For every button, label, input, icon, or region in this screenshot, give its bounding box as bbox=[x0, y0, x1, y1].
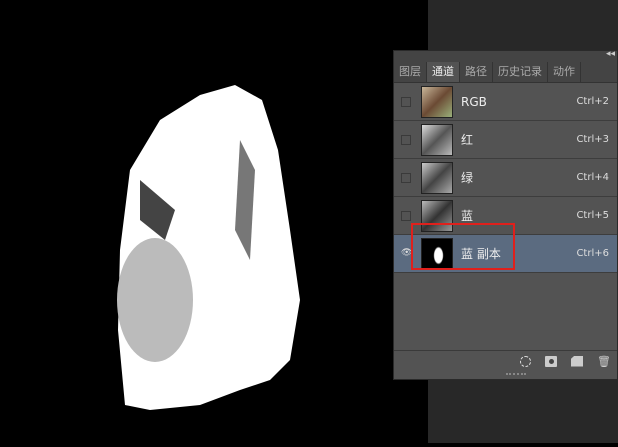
channel-thumbnail bbox=[421, 85, 453, 118]
tab-history[interactable]: 历史记录 bbox=[493, 62, 548, 82]
collapse-icon[interactable]: ◂◂ bbox=[606, 49, 615, 59]
channel-shortcut: Ctrl+4 bbox=[576, 172, 609, 183]
channel-shortcut: Ctrl+2 bbox=[576, 96, 609, 107]
trash-icon[interactable]: 🗑 bbox=[597, 356, 611, 367]
channel-name: 蓝 bbox=[461, 209, 474, 223]
channel-name: RGB bbox=[461, 94, 487, 109]
channel-shortcut: Ctrl+6 bbox=[576, 248, 609, 259]
eye-icon[interactable]: 👁 bbox=[401, 248, 412, 259]
visibility-toggle[interactable] bbox=[401, 96, 411, 107]
panel-tabs: 图层 通道 路径 历史记录 动作 bbox=[394, 62, 617, 83]
visibility-toggle[interactable] bbox=[401, 172, 411, 183]
tab-layers[interactable]: 图层 bbox=[394, 62, 427, 82]
channel-row-red[interactable]: 红 Ctrl+3 bbox=[394, 121, 617, 159]
tab-paths[interactable]: 路径 bbox=[460, 62, 493, 82]
panel-footer: 🗑 bbox=[394, 350, 617, 371]
highlight-box bbox=[411, 223, 515, 270]
channel-row-rgb[interactable]: RGB Ctrl+2 bbox=[394, 83, 617, 121]
channel-shortcut: Ctrl+5 bbox=[576, 210, 609, 221]
channel-thumbnail bbox=[421, 123, 453, 156]
tab-actions[interactable]: 动作 bbox=[548, 62, 581, 82]
resize-grip[interactable] bbox=[506, 373, 526, 378]
channel-name: 绿 bbox=[461, 171, 474, 185]
new-channel-icon[interactable] bbox=[571, 355, 583, 367]
channels-panel: ◂◂ 图层 通道 路径 历史记录 动作 RGB Ctrl+2 红 Ctrl+3 … bbox=[393, 49, 618, 380]
tab-channels[interactable]: 通道 bbox=[427, 62, 460, 82]
channel-name: 红 bbox=[461, 133, 474, 147]
document-canvas[interactable] bbox=[0, 0, 428, 443]
load-selection-icon[interactable] bbox=[520, 355, 531, 367]
channel-row-green[interactable]: 绿 Ctrl+4 bbox=[394, 159, 617, 197]
visibility-toggle[interactable] bbox=[401, 134, 411, 145]
channel-thumbnail bbox=[421, 161, 453, 194]
save-selection-icon[interactable] bbox=[545, 355, 557, 367]
channel-mask-image bbox=[117, 85, 300, 410]
channel-shortcut: Ctrl+3 bbox=[576, 134, 609, 145]
visibility-toggle[interactable] bbox=[401, 210, 411, 221]
